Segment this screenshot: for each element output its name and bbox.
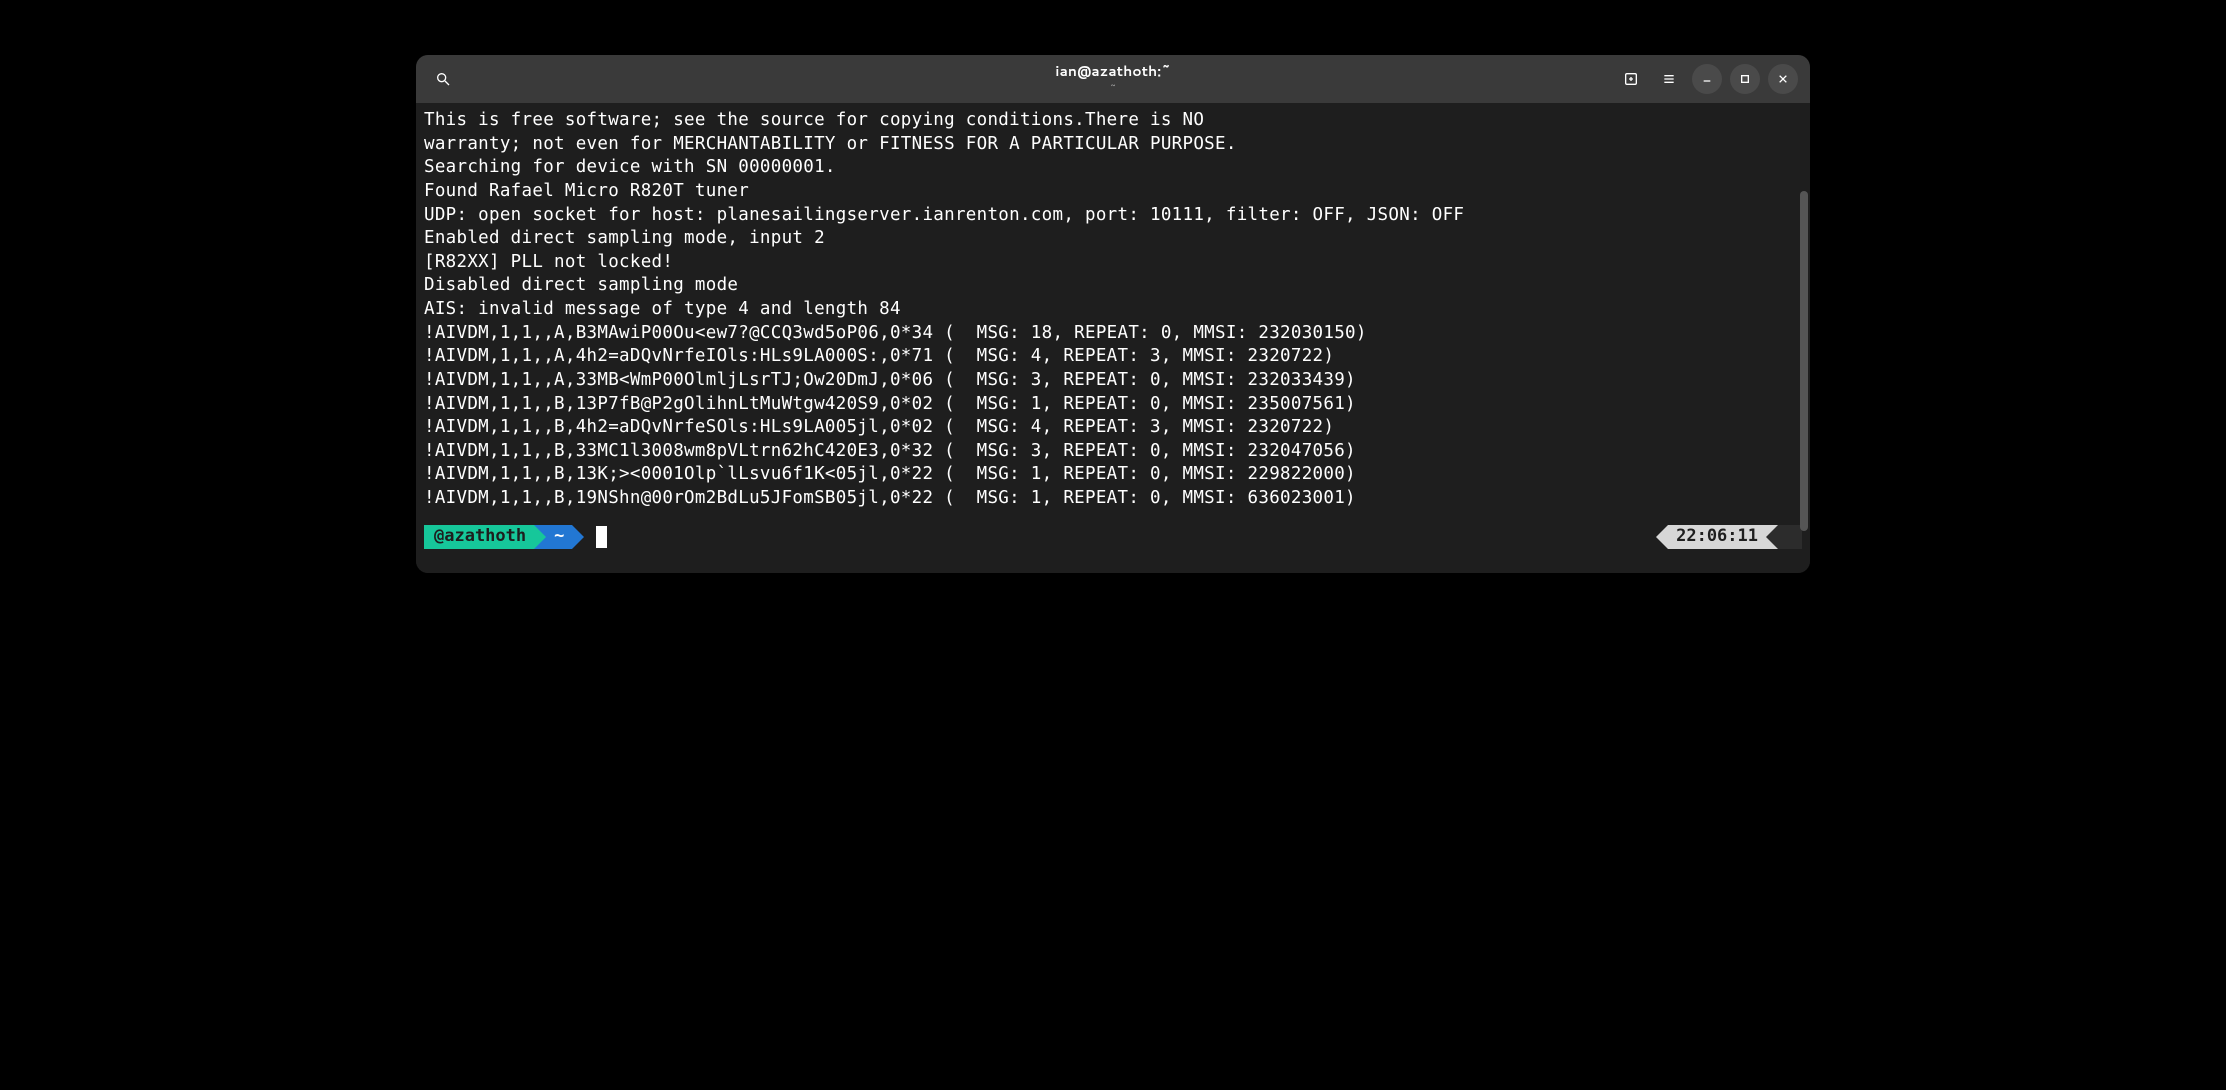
search-icon[interactable] <box>428 64 458 94</box>
window-title-container: ian@azathoth:~ ~ <box>1055 61 1170 97</box>
minimize-button[interactable] <box>1692 64 1722 94</box>
terminal-window: ian@azathoth:~ ~ This is free software; … <box>416 55 1810 573</box>
scrollbar-thumb[interactable] <box>1800 191 1808 531</box>
window-subtitle: ~ <box>1055 81 1170 97</box>
prompt-host: @azathoth <box>424 525 534 549</box>
window-title: ian@azathoth:~ <box>1055 61 1170 81</box>
menu-icon[interactable] <box>1654 64 1684 94</box>
cursor <box>596 526 607 548</box>
prompt-clock: 22:06:11 <box>1656 525 1802 549</box>
close-button[interactable] <box>1768 64 1798 94</box>
prompt-line[interactable]: @azathoth ~ 22:06:11 <box>424 525 1802 549</box>
terminal-body[interactable]: This is free software; see the source fo… <box>416 103 1810 573</box>
window-titlebar[interactable]: ian@azathoth:~ ~ <box>416 55 1810 103</box>
new-tab-icon[interactable] <box>1616 64 1646 94</box>
scrollbar[interactable] <box>1800 191 1808 571</box>
maximize-button[interactable] <box>1730 64 1760 94</box>
clock-time: 22:06:11 <box>1668 525 1766 549</box>
terminal-output[interactable]: This is free software; see the source fo… <box>424 109 1802 511</box>
